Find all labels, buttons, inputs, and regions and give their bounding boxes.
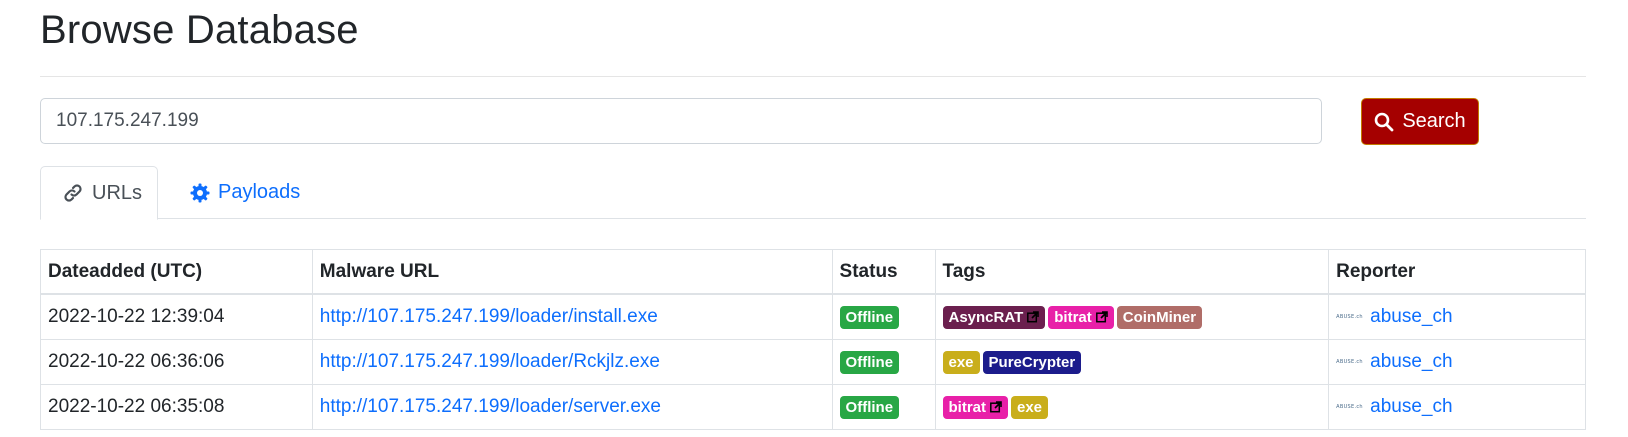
malware-url-cell: http://107.175.247.199/loader/server.exe xyxy=(311,384,833,430)
reporter-cell: ABUSE.ch abuse_ch xyxy=(1328,339,1586,385)
date-added-cell: 2022-10-22 06:35:08 xyxy=(40,384,313,430)
search-icon xyxy=(1374,112,1394,132)
date-added-cell: 2022-10-22 12:39:04 xyxy=(40,293,313,340)
malware-url-cell: http://107.175.247.199/loader/install.ex… xyxy=(311,293,833,340)
table-row: 2022-10-22 06:35:08 http://107.175.247.19… xyxy=(40,384,1586,430)
abuse-ch-logo: ABUSE.ch xyxy=(1336,314,1363,320)
tab-payloads-label: Payloads xyxy=(218,181,301,203)
external-link-icon xyxy=(1095,311,1108,323)
tag-label: bitrat xyxy=(1054,308,1092,326)
tags-cell: AsyncRAT bitrat CoinMiner xyxy=(934,293,1330,340)
malware-url-link[interactable]: http://107.175.247.199/loader/install.ex… xyxy=(320,306,658,327)
column-header-status: Status xyxy=(831,249,936,295)
tag-badge[interactable]: PureCrypter xyxy=(982,350,1082,374)
search-button-label: Search xyxy=(1402,110,1466,132)
tag-badge[interactable]: exe xyxy=(942,350,980,374)
malware-url-link[interactable]: http://107.175.247.199/loader/Rckjlz.exe xyxy=(320,351,660,372)
date-added-cell: 2022-10-22 06:36:06 xyxy=(40,339,313,385)
status-cell: Offline xyxy=(831,293,936,340)
status-badge: Offline xyxy=(839,305,900,329)
tag-badge[interactable]: exe xyxy=(1011,395,1049,419)
status-badge: Offline xyxy=(839,395,900,419)
tag-label: exe xyxy=(1017,398,1043,416)
tag-label: CoinMiner xyxy=(1122,308,1197,326)
tab-bar: URLs Payloads xyxy=(40,166,1586,220)
status-badge: Offline xyxy=(839,350,900,374)
tab-urls[interactable]: URLs xyxy=(40,166,158,220)
abuse-ch-logo: ABUSE.ch xyxy=(1336,359,1363,365)
link-icon xyxy=(62,182,84,204)
tab-urls-label: URLs xyxy=(92,181,143,204)
status-cell: Offline xyxy=(831,339,936,385)
status-cell: Offline xyxy=(831,384,936,430)
external-link-icon xyxy=(990,401,1002,413)
tag-badge[interactable]: AsyncRAT xyxy=(942,305,1046,329)
tag-label: PureCrypter xyxy=(988,353,1076,371)
table-row: 2022-10-22 12:39:04 http://107.175.247.19… xyxy=(40,293,1586,340)
reporter-link[interactable]: abuse_ch xyxy=(1370,351,1452,373)
reporter-link[interactable]: abuse_ch xyxy=(1370,396,1452,418)
search-input[interactable] xyxy=(40,98,1322,144)
column-header-dateadded: Dateadded (UTC) xyxy=(40,249,313,295)
column-header-malware-url: Malware URL xyxy=(311,249,833,295)
tag-badge[interactable]: bitrat xyxy=(1048,305,1114,329)
tag-badge[interactable]: bitrat xyxy=(942,395,1008,419)
tag-label: AsyncRAT xyxy=(948,308,1024,326)
table-body: 2022-10-22 12:39:04 http://107.175.247.19… xyxy=(40,293,1586,430)
malware-url-table: Dateadded (UTC) Malware URL Status Tags … xyxy=(40,249,1586,430)
tag-label: bitrat xyxy=(948,398,987,416)
page-title: Browse Database xyxy=(40,8,359,52)
abuse-ch-logo: ABUSE.ch xyxy=(1336,404,1363,410)
tag-label: exe xyxy=(948,353,974,371)
gear-icon xyxy=(190,183,210,203)
tab-payloads[interactable]: Payloads xyxy=(178,166,300,219)
title-divider xyxy=(40,76,1586,77)
tag-badge[interactable]: CoinMiner xyxy=(1116,305,1203,329)
malware-url-link[interactable]: http://107.175.247.199/loader/server.exe xyxy=(320,396,661,417)
reporter-cell: ABUSE.ch abuse_ch xyxy=(1328,293,1586,340)
tags-cell: bitrat exe xyxy=(934,384,1330,430)
reporter-cell: ABUSE.ch abuse_ch xyxy=(1328,384,1586,430)
reporter-link[interactable]: abuse_ch xyxy=(1370,306,1452,328)
column-header-tags: Tags xyxy=(934,249,1330,295)
external-link-icon xyxy=(1027,311,1040,323)
malware-url-cell: http://107.175.247.199/loader/Rckjlz.exe xyxy=(311,339,833,385)
table-header-row: Dateadded (UTC) Malware URL Status Tags … xyxy=(40,249,1586,295)
tags-cell: exe PureCrypter xyxy=(934,339,1330,385)
table-row: 2022-10-22 06:36:06 http://107.175.247.19… xyxy=(40,339,1586,385)
search-button[interactable]: Search xyxy=(1361,98,1479,145)
column-header-reporter: Reporter xyxy=(1328,249,1586,295)
